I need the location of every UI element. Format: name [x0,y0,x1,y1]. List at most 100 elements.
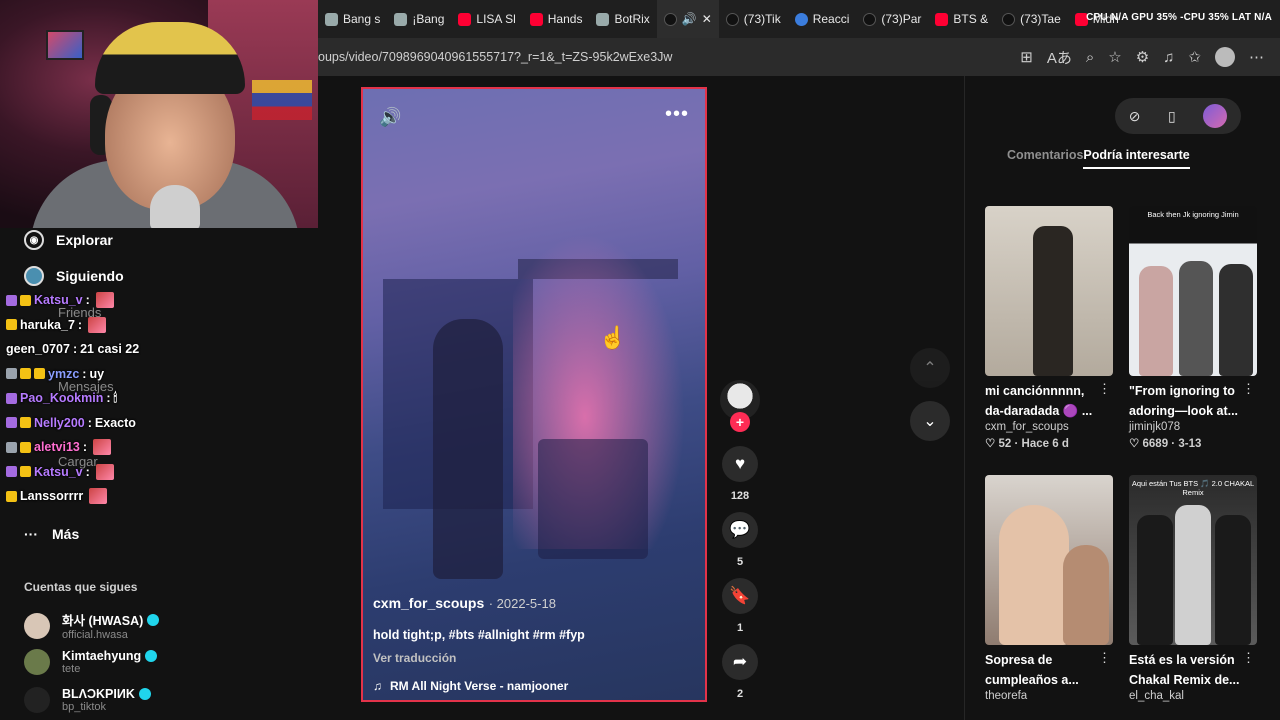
chat-username: Lanssorrrr [20,489,84,504]
thumbnail-figure [1137,515,1173,645]
like-button[interactable]: ♥ [722,446,758,482]
tab-9[interactable]: BTS & [928,0,995,38]
like-count: 128 [730,490,750,502]
translate-icon[interactable]: Aあ [1047,47,1072,68]
video-thumbnail[interactable]: Back then Jk ignoring Jimin [1129,206,1257,376]
chat-message: aletvi13: [6,435,306,460]
more-options-icon[interactable]: ••• [665,103,689,126]
subscriber-badge-icon [6,392,17,404]
card-more-icon[interactable]: ⋮ [1242,381,1255,397]
card-author[interactable]: cxm_for_scoups [985,421,1115,433]
compass-icon[interactable]: ⊘ [1129,108,1141,125]
tab-3[interactable]: Hands [523,0,590,38]
card-author[interactable]: theorefa [985,690,1115,702]
crown-badge-icon [20,368,31,380]
video-author[interactable]: cxm_for_scoups [373,595,484,611]
follow-plus-icon[interactable]: + [730,412,750,432]
tab-active[interactable]: 🔊 ✕ [656,0,719,38]
menu-dots-icon[interactable]: ⋯ [1249,48,1264,66]
translate-link[interactable]: Ver traducción [373,651,693,665]
sidebar-item-mas[interactable]: ··· Más [24,526,79,542]
chat-message: Lanssorrrr [6,484,306,509]
sidebar-item-explorar[interactable]: ◉ Explorar [24,230,113,250]
chat-username: Katsu_v [34,293,83,308]
previous-video-button[interactable]: ⌃ [910,348,950,388]
verified-icon [138,688,151,700]
tab-7[interactable]: Reacci [788,0,857,38]
subscriber-badge-icon [6,417,17,429]
share-arrow-icon: ➦ [732,652,748,671]
crown-badge-icon [6,490,17,502]
tab-10[interactable]: (73)Tae [995,0,1068,38]
comment-icon: 💬 [729,520,751,539]
video-description: hold tight;p, #bts #allnight #rm #fyp [373,628,585,642]
tab-8[interactable]: (73)Par [856,0,928,38]
recommended-video-card[interactable]: Sopresa de cumpleaños a... ⋮ theorefa [985,475,1115,702]
favorite-star-icon[interactable]: ☆ [1108,48,1121,66]
card-title[interactable]: mi canciónnnnn, da-daradada 🟣 ... [985,381,1103,421]
volume-icon[interactable]: 🔊 [379,107,401,128]
chat-text: 21 casi 22 [80,342,140,357]
card-author[interactable]: jiminjk078 [1129,421,1259,433]
right-panel: ⊘ ▯ Comentarios Podría interesarte mi ca… [964,76,1280,720]
tab-1[interactable]: ¡Bang [387,0,451,38]
card-author[interactable]: el_cha_kal [1129,690,1259,702]
thumbnail-caption: Back then Jk ignoring Jimin [1147,210,1239,219]
card-more-icon[interactable]: ⋮ [1098,650,1111,666]
tab-comentarios[interactable]: Comentarios [1007,148,1083,169]
card-more-icon[interactable]: ⋮ [1242,650,1255,666]
video-thumbnail[interactable] [985,206,1113,376]
apps-icon[interactable]: ⊞ [1020,48,1033,66]
followed-account[interactable]: Kimtaehyung tete [24,649,158,675]
extensions-icon[interactable]: ⚙ [1136,48,1149,66]
zoom-icon[interactable]: ⌕ [1086,49,1094,66]
profile-avatar[interactable] [1203,104,1228,128]
chevron-down-icon: ⌄ [923,413,937,430]
left-sidebar: ◉ Explorar Siguiendo Friends Mensajes Ca… [0,228,318,720]
video-scene-chair [538,439,648,559]
video-player[interactable]: 🔊 ••• ☝ cxm_for_scoups · 2022-5-18 hold … [361,87,707,702]
favorites-icon[interactable]: ✩ [1188,48,1201,66]
card-more-icon[interactable]: ⋮ [1098,381,1111,397]
phone-icon[interactable]: ▯ [1168,108,1176,125]
sidebar-item-siguiendo[interactable]: Siguiendo [24,266,124,286]
profile-avatar-icon[interactable] [1215,47,1235,67]
chat-message: haruka_7: [6,313,306,338]
chat-message: Katsu_v: [6,288,306,313]
media-control-icon[interactable]: ♫ [1163,49,1174,66]
crown-badge-icon [6,319,17,331]
tab-0[interactable]: Bang s [318,0,387,38]
youtube-icon [529,12,543,26]
share-button[interactable]: ➦ [722,644,758,680]
card-title[interactable]: Sopresa de cumpleaños a... [985,650,1103,690]
save-button[interactable]: 🔖 [722,578,758,614]
close-tab-icon[interactable]: ✕ [702,12,712,26]
comment-button[interactable]: 💬 [722,512,758,548]
video-thumbnail[interactable] [985,475,1113,645]
tab-4[interactable]: BotRix [589,0,656,38]
video-thumbnail[interactable]: Aqui están Tus BTS 🎵 2.0 CHAKAL Remix [1129,475,1257,645]
recommended-video-card[interactable]: Aqui están Tus BTS 🎵 2.0 CHAKAL Remix Es… [1129,475,1259,702]
tab-6[interactable]: (73)Tik [719,0,788,38]
panel-tabs: Comentarios Podría interesarte [1007,148,1190,169]
tab-podria-interesarte[interactable]: Podría interesarte [1083,148,1190,169]
recommended-video-card[interactable]: Back then Jk ignoring Jimin "From ignori… [1129,206,1259,450]
following-accounts-title: Cuentas que sigues [24,580,138,594]
card-title[interactable]: Está es la versión Chakal Remix de... [1129,650,1247,690]
speaker-icon[interactable]: 🔊 [682,12,697,26]
chat-username: aletvi13 [34,440,80,455]
followed-account[interactable]: BLΛƆKPIИK bp_tiktok [24,687,151,713]
bookmark-icon: 🔖 [729,586,751,605]
tab-2[interactable]: LISA Sl [451,0,522,38]
card-title[interactable]: "From ignoring to adoring—look at... [1129,381,1247,421]
performance-overlay: CPU N/A GPU 35% -CPU 35% LAT N/A [1086,12,1272,23]
url-field[interactable]: oups/video/7098969040961555717?_r=1&_t=Z… [318,50,672,64]
followed-account[interactable]: 화사 (HWASA) official.hwasa [24,610,160,641]
recommended-video-card[interactable]: mi canciónnnnn, da-daradada 🟣 ... ⋮ cxm_… [985,206,1115,450]
chat-username: Pao_Kookmin [20,391,104,406]
next-video-button[interactable]: ⌄ [910,401,950,441]
webcam-flag [252,80,312,120]
panel-toolbar: ⊘ ▯ [1115,98,1241,134]
video-music[interactable]: ♫ RM All Night Verse - namjooner [373,679,693,693]
more-dots-icon: ··· [24,526,38,542]
